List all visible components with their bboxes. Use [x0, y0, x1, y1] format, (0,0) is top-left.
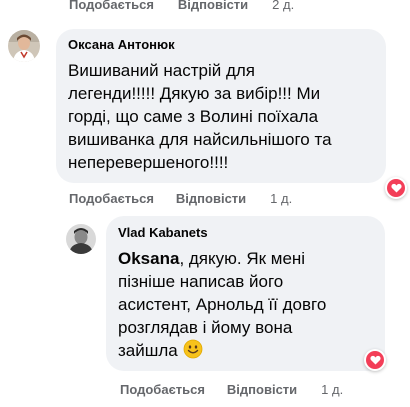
- reply-link[interactable]: Відповісти: [227, 382, 297, 397]
- comment-text: Oksana, дякую. Як мені пізніше написав й…: [118, 247, 373, 365]
- comment-line-text: зайшла: [118, 341, 178, 360]
- like-link[interactable]: Подобається: [69, 0, 154, 12]
- heart-icon: [369, 355, 381, 365]
- comment-line: легенди!!!!! Дякую за вибір!!! Ми: [68, 84, 321, 103]
- heart-icon: [390, 183, 402, 193]
- comment-line-rest: , дякую. Як мені: [179, 249, 306, 268]
- comment-line: зайшла: [118, 339, 373, 365]
- comment-bubble: Vlad Kabanets Oksana, дякую. Як мені піз…: [106, 216, 385, 371]
- comment-bubble: Оксана Антонюк Вишиваний настрій для лег…: [56, 29, 386, 183]
- comment-actions: Подобається Відповісти 1 д.: [69, 191, 292, 206]
- reply-link[interactable]: Відповісти: [176, 191, 246, 206]
- timestamp[interactable]: 1 д.: [321, 382, 343, 397]
- comment-text: Вишиваний настрій для легенди!!!!! Дякую…: [68, 59, 374, 174]
- reply-link[interactable]: Відповісти: [178, 0, 248, 12]
- avatar-photo-icon: [8, 30, 40, 62]
- smiley-emoji-icon: [183, 339, 203, 365]
- comment-line: горді, що саме з Волині поїхала: [68, 107, 319, 126]
- comment-line: асистент, Арнольд її довго: [118, 295, 327, 314]
- timestamp[interactable]: 1 д.: [270, 191, 292, 206]
- comment-actions: Подобається Відповісти 1 д.: [120, 382, 343, 397]
- timestamp[interactable]: 2 д.: [272, 0, 294, 12]
- comment-line: пізніше написав його: [118, 272, 284, 291]
- avatar-photo-icon: [66, 224, 96, 254]
- reaction-badge[interactable]: [385, 177, 407, 199]
- avatar[interactable]: [8, 30, 40, 62]
- comment-line: Oksana, дякую. Як мені: [118, 247, 373, 270]
- like-link[interactable]: Подобається: [69, 191, 154, 206]
- like-link[interactable]: Подобається: [120, 382, 205, 397]
- comment-line: Вишиваний настрій для: [68, 61, 255, 80]
- avatar[interactable]: [66, 224, 96, 254]
- comment-author[interactable]: Оксана Антонюк: [68, 37, 374, 53]
- comment-author[interactable]: Vlad Kabanets: [118, 225, 373, 241]
- top-comment-actions: Подобається Відповісти 2 д.: [69, 0, 294, 12]
- comment-line: неперевершеного!!!!: [68, 153, 229, 172]
- comment-line: вишиванка для найсильнішого та: [68, 130, 332, 149]
- reaction-badge[interactable]: [364, 349, 386, 371]
- mention-link[interactable]: Oksana: [118, 249, 179, 268]
- comment-line: розглядав і йому вона: [118, 318, 293, 337]
